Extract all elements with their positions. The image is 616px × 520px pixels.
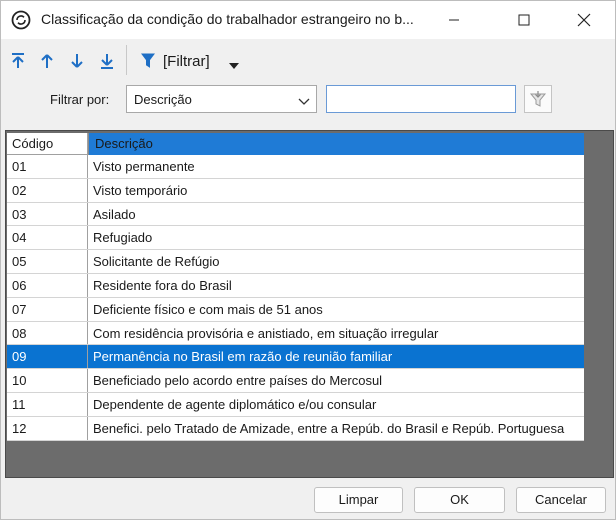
cell-code: 09 (7, 345, 88, 369)
table-row[interactable]: 12 Benefici. pelo Tratado de Amizade, ent… (7, 416, 584, 441)
cancel-button[interactable]: Cancelar (516, 487, 606, 513)
cell-code: 03 (7, 202, 88, 226)
cell-description: Deficiente físico e com mais de 51 anos (93, 301, 323, 317)
cell-code: 05 (7, 250, 88, 273)
filter-funnel-button[interactable] (138, 51, 158, 71)
cell-description: Benefici. pelo Tratado de Amizade, entre… (93, 420, 565, 436)
cell-description: Residente fora do Brasil (93, 277, 232, 293)
ok-button[interactable]: OK (414, 487, 505, 513)
table-row[interactable]: 05 Solicitante de Refúgio (7, 250, 584, 274)
funnel-icon (141, 53, 155, 68)
previous-record-button[interactable] (37, 51, 57, 71)
app-logo-icon (11, 10, 31, 30)
grid-body: 01 Visto permanente 02 Visto temporário 03 As… (7, 155, 584, 441)
close-icon (577, 13, 591, 27)
table-row[interactable]: 07 Deficiente físico e com mais de 51 ano… (7, 297, 584, 322)
table-row[interactable]: 01 Visto permanente (7, 155, 584, 179)
minimize-button[interactable] (431, 1, 477, 39)
maximize-icon (518, 14, 530, 26)
table-row[interactable]: 03 Asilado (7, 202, 584, 227)
table-row[interactable]: 04 Refugiado (7, 226, 584, 251)
arrow-to-top-icon (12, 53, 24, 68)
cell-code: 07 (7, 297, 88, 321)
cell-description: Visto permanente (93, 159, 195, 174)
column-header-code[interactable]: Código (7, 133, 88, 155)
data-grid[interactable]: Código Descrição 01 Visto permanente 02 Vis… (5, 130, 614, 478)
cell-code: 08 (7, 321, 88, 345)
table-row[interactable]: 08 Com residência provisória e anistiado,… (7, 321, 584, 346)
cell-description: Solicitante de Refúgio (93, 254, 220, 270)
cell-code: 10 (7, 369, 88, 392)
arrow-down-icon (71, 54, 83, 68)
table-row[interactable]: 06 Residente fora do Brasil (7, 273, 584, 298)
funnel-arrow-icon (529, 91, 547, 107)
table-row[interactable]: 09 Permanência no Brasil em razão de reun… (7, 345, 584, 370)
minimize-icon (449, 19, 459, 21)
cell-code: 06 (7, 273, 88, 297)
cell-code: 11 (7, 392, 88, 416)
dialog-window: Classificação da condição do trabalhador… (0, 0, 616, 520)
chevron-down-icon (298, 94, 310, 109)
cell-description: Dependente de agente diplomático e/ou co… (93, 396, 377, 412)
chevron-down-icon[interactable] (229, 57, 239, 72)
cell-code: 04 (7, 226, 88, 250)
filter-field-select[interactable]: Descrição (126, 85, 317, 113)
cell-description: Com residência provisória e anistiado, e… (93, 325, 439, 341)
table-row[interactable]: 10 Beneficiado pelo acordo entre países d… (7, 369, 584, 393)
grid-header: Código Descrição (7, 133, 584, 155)
column-header-description[interactable]: Descrição (88, 133, 584, 155)
cell-description: Beneficiado pelo acordo entre países do … (93, 373, 383, 389)
table-row[interactable]: 02 Visto temporário (7, 178, 584, 203)
last-record-button[interactable] (97, 51, 117, 71)
filter-by-label: Filtrar por: (50, 92, 110, 107)
title-bar: Classificação da condição do trabalhador… (1, 1, 615, 39)
cell-code: 01 (7, 155, 88, 178)
clear-button[interactable]: Limpar (314, 487, 403, 513)
cell-code: 02 (7, 178, 88, 202)
grid-table: Código Descrição 01 Visto permanente 02 Vis… (7, 133, 584, 441)
toolbar-separator (126, 45, 127, 75)
filter-field-value: Descrição (134, 91, 192, 107)
table-row[interactable]: 11 Dependente de agente diplomático e/ou … (7, 392, 584, 417)
cell-description: Asilado (93, 206, 136, 222)
maximize-button[interactable] (501, 1, 547, 39)
first-record-button[interactable] (8, 51, 28, 71)
arrow-up-icon (41, 54, 53, 68)
cell-description: Permanência no Brasil em razão de reuniã… (93, 349, 393, 365)
cell-code: 12 (7, 416, 88, 440)
window-title: Classificação da condição do trabalhador… (41, 11, 414, 27)
toolbar: [Filtrar] (1, 39, 615, 83)
close-button[interactable] (561, 1, 607, 39)
filter-text-input[interactable] (326, 85, 516, 113)
cell-description: Visto temporário (93, 182, 188, 198)
apply-filter-button[interactable] (524, 85, 552, 113)
cell-description: Refugiado (93, 230, 153, 246)
next-record-button[interactable] (67, 51, 87, 71)
arrow-to-bottom-icon (101, 54, 113, 69)
filter-menu-label[interactable]: [Filtrar] (163, 53, 210, 70)
